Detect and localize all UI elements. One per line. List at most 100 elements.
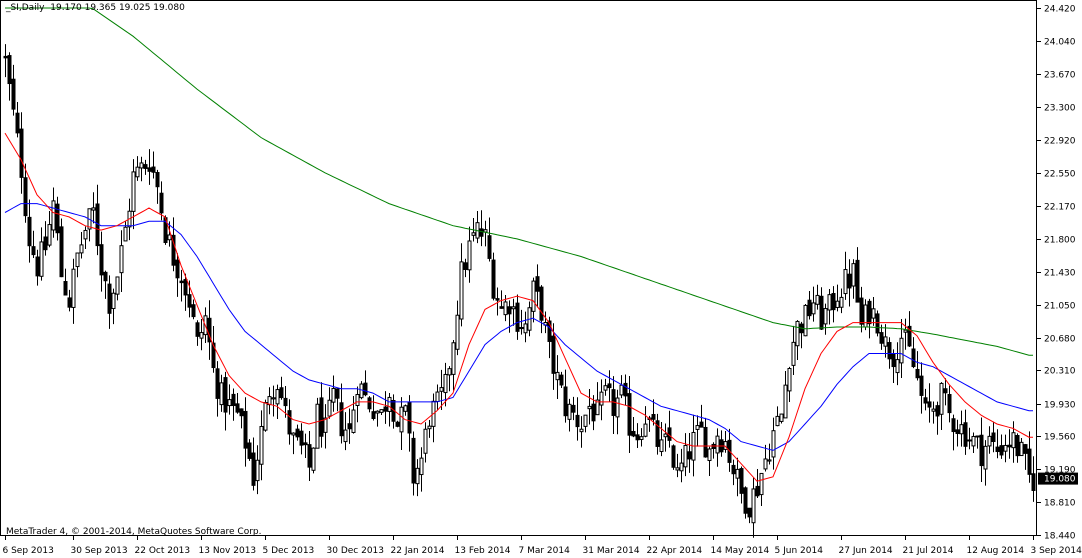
candle-body — [139, 162, 144, 169]
candle-body — [495, 298, 500, 301]
candle-body — [23, 177, 28, 217]
candle-body — [619, 384, 624, 396]
candle-body — [147, 167, 152, 172]
candle-body — [303, 442, 308, 446]
candle-body — [183, 279, 188, 296]
candlestick-chart: 24.420 24.040 23.670 23.300 22.920 22.550 22.1… — [0, 0, 1082, 556]
candle-body — [571, 404, 576, 413]
candle-body — [971, 435, 976, 447]
candle-body — [515, 302, 520, 332]
candle-body — [371, 411, 376, 419]
candle-body — [71, 268, 76, 308]
candle-body — [823, 308, 828, 325]
axes-layer: 24.420 24.040 23.670 23.300 22.920 22.550 22.1… — [0, 0, 1082, 556]
candle-body — [539, 286, 544, 321]
y-tick-label: 19.560 — [1044, 433, 1076, 443]
candle-body — [251, 452, 256, 486]
candle-body — [1019, 441, 1024, 457]
candle-body — [435, 391, 440, 402]
candle-body — [575, 414, 580, 428]
candle-body — [179, 280, 184, 284]
candle-body — [987, 435, 992, 447]
candle-body — [803, 304, 808, 337]
candle-body — [963, 422, 968, 447]
candle-body — [859, 297, 864, 325]
candle-body — [15, 112, 20, 134]
candle-body — [463, 262, 468, 270]
candle-body — [367, 397, 372, 410]
candle-body — [47, 224, 52, 246]
candle-body — [551, 335, 556, 374]
candle-body — [115, 276, 120, 295]
x-tick-label: 7 Mar 2014 — [519, 546, 571, 556]
candle-body — [627, 393, 632, 436]
y-tick-label: 21.050 — [1044, 302, 1076, 312]
candle-body — [451, 342, 456, 375]
candle-body — [915, 368, 920, 379]
candle-body — [135, 166, 140, 178]
candle-body — [999, 445, 1004, 456]
x-tick-label: 30 Dec 2013 — [327, 546, 385, 556]
candle-body — [271, 397, 276, 400]
x-tick-label: 13 Nov 2013 — [199, 546, 257, 556]
y-tick-label: 22.920 — [1044, 137, 1076, 147]
candle-body — [699, 421, 704, 428]
candle-body — [35, 256, 40, 277]
candle-body — [1007, 444, 1012, 448]
candle-body — [387, 396, 392, 412]
candle-body — [951, 418, 956, 433]
candle-body — [535, 276, 540, 292]
y-tick-label: 22.170 — [1044, 203, 1076, 213]
candle-body — [779, 413, 784, 422]
candle-body — [283, 397, 288, 407]
candle-body — [75, 252, 80, 268]
candle-body — [55, 203, 60, 234]
candle-body — [775, 415, 780, 427]
candle-body — [927, 401, 932, 408]
y-tick-label: 23.670 — [1044, 71, 1076, 81]
x-tick-label: 14 May 2014 — [711, 546, 770, 556]
candle-body — [783, 384, 788, 419]
candle-body — [471, 232, 476, 236]
candle-body — [643, 423, 648, 437]
candle-body — [891, 353, 896, 368]
candle-body — [167, 234, 172, 241]
candle-body — [939, 382, 944, 415]
candle-body — [355, 394, 360, 406]
ohlc-readout: 19.170 19.365 19.025 19.080 — [50, 3, 185, 13]
x-tick-label: 22 Apr 2014 — [647, 546, 703, 556]
candle-body — [119, 245, 124, 274]
x-tick-label: 13 Feb 2014 — [455, 546, 511, 556]
candle-body — [335, 388, 340, 399]
candle-body — [959, 424, 964, 435]
candle-body — [955, 429, 960, 434]
candle-body — [767, 459, 772, 462]
candle-body — [379, 409, 384, 413]
candle-body — [911, 348, 916, 368]
candle-body — [827, 294, 832, 311]
candle-body — [811, 302, 816, 315]
candle-body — [487, 235, 492, 259]
moving-averages-layer — [4, 7, 1033, 482]
candle-body — [359, 383, 364, 399]
candle-body — [319, 397, 324, 437]
candle-body — [899, 337, 904, 364]
candle-body — [531, 280, 536, 312]
candle-body — [875, 313, 880, 334]
y-tick-label: 20.310 — [1044, 367, 1076, 377]
x-tick-label: 12 Aug 2014 — [967, 546, 1025, 556]
candle-body — [491, 259, 496, 299]
candle-body — [215, 368, 220, 399]
candle-body — [839, 296, 844, 308]
candle-body — [151, 166, 156, 173]
candle-body — [715, 435, 720, 454]
candle-body — [59, 226, 64, 278]
candle-body — [235, 403, 240, 413]
candle-body — [267, 396, 272, 406]
y-tick-label: 23.300 — [1044, 104, 1076, 114]
candle-body — [751, 488, 756, 524]
y-tick-label: 21.800 — [1044, 236, 1076, 246]
candle-body — [27, 216, 32, 247]
candle-body — [663, 433, 668, 438]
candle-body — [579, 428, 584, 433]
